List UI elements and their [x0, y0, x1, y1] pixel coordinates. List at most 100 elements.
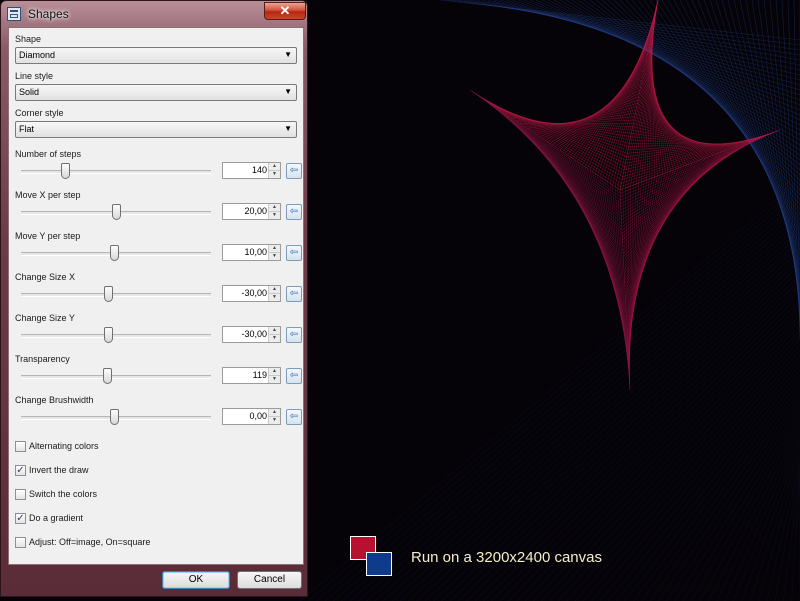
pattern-line	[599, 359, 800, 601]
spin-buttons[interactable]: ▲ ▼	[268, 368, 280, 383]
checkbox[interactable]	[15, 441, 26, 452]
pattern-line	[469, 89, 621, 191]
spin-up-icon[interactable]: ▲	[269, 368, 280, 376]
slider-thumb[interactable]	[110, 245, 120, 261]
arrow-left-icon[interactable]: ⇦	[286, 368, 302, 384]
slider-thumb[interactable]	[112, 204, 121, 220]
pattern-line	[674, 404, 800, 601]
spin-buttons[interactable]: ▲ ▼	[268, 163, 280, 178]
input-value: -30,00	[241, 288, 267, 298]
slider-track[interactable]	[21, 286, 211, 302]
slider-label: Move X per step	[15, 190, 81, 200]
dialog-content: Shape Diamond ▼ Line style Solid ▼ Corne…	[8, 27, 304, 565]
spin-up-icon[interactable]: ▲	[269, 409, 280, 417]
slider-track[interactable]	[21, 409, 211, 425]
input-value: 119	[252, 370, 267, 380]
slider-thumb[interactable]	[60, 163, 70, 179]
shape-value: Diamond	[19, 50, 56, 60]
spin-down-icon[interactable]: ▼	[269, 253, 280, 260]
spin-down-icon[interactable]: ▼	[269, 212, 280, 219]
arrow-left-icon[interactable]: ⇦	[286, 204, 302, 220]
slider-track[interactable]	[21, 204, 211, 220]
slider-track[interactable]	[21, 245, 211, 261]
spin-down-icon[interactable]: ▼	[269, 376, 280, 383]
shapes-app-icon	[7, 7, 21, 21]
number-of-steps-input[interactable]: 140 ▲ ▼	[222, 162, 281, 179]
cancel-button[interactable]: Cancel	[237, 571, 302, 589]
pattern-line	[741, 444, 800, 601]
spin-down-icon[interactable]: ▼	[269, 171, 280, 178]
chevron-down-icon: ▼	[284, 50, 292, 59]
slider-thumb[interactable]	[104, 327, 114, 343]
input-value: 140	[251, 165, 267, 175]
slider-thumb[interactable]	[110, 409, 120, 425]
pattern-line	[766, 459, 800, 601]
change-size-y-input[interactable]: -30,00 ▲ ▼	[222, 326, 281, 343]
spin-down-icon[interactable]: ▼	[269, 294, 280, 301]
ok-button[interactable]: OK	[162, 571, 230, 589]
line-style-select[interactable]: Solid ▼	[15, 84, 297, 101]
blue-line-pattern	[299, 0, 800, 601]
secondary-color-swatch	[366, 552, 392, 576]
spin-buttons[interactable]: ▲ ▼	[268, 286, 280, 301]
spin-up-icon[interactable]: ▲	[269, 245, 280, 253]
title-bar[interactable]: Shapes ✕	[1, 1, 307, 27]
slider-change-size-y: Change Size Y -30,00 ▲ ▼ ⇦	[15, 312, 302, 352]
arrow-left-icon[interactable]: ⇦	[286, 409, 302, 425]
pattern-line	[608, 364, 800, 601]
slider-track[interactable]	[21, 327, 211, 343]
pattern-line	[408, 244, 800, 601]
arrow-left-icon[interactable]: ⇦	[286, 286, 302, 302]
corner-style-value: Flat	[19, 124, 35, 134]
slider-move-y: Move Y per step 10,00 ▲ ▼ ⇦	[15, 230, 302, 270]
slider-track[interactable]	[21, 163, 211, 179]
move-y-input[interactable]: 10,00 ▲ ▼	[222, 244, 281, 261]
spin-up-icon[interactable]: ▲	[269, 327, 280, 335]
slider-track[interactable]	[21, 368, 211, 384]
spin-buttons[interactable]: ▲ ▼	[268, 204, 280, 219]
pattern-line	[366, 219, 800, 601]
pattern-line	[391, 234, 800, 601]
checkbox[interactable]: ✓	[15, 465, 26, 476]
transparency-input[interactable]: 119 ▲ ▼	[222, 367, 281, 384]
spin-down-icon[interactable]: ▼	[269, 335, 280, 342]
input-value: 20,00	[244, 206, 267, 216]
checkbox[interactable]	[15, 489, 26, 500]
slider-thumb[interactable]	[104, 286, 114, 302]
canvas-caption: Run on a 3200x2400 canvas	[411, 549, 602, 566]
checkbox[interactable]	[15, 537, 26, 548]
spin-down-icon[interactable]: ▼	[269, 417, 280, 424]
shapes-dialog: Shapes ✕ Shape Diamond ▼ Line style Soli…	[0, 0, 308, 597]
input-value: -30,00	[241, 329, 267, 339]
corner-style-label: Corner style	[15, 108, 64, 118]
pattern-line	[374, 224, 800, 601]
slider-thumb[interactable]	[102, 368, 112, 384]
move-x-input[interactable]: 20,00 ▲ ▼	[222, 203, 281, 220]
pattern-line	[472, 91, 621, 194]
slider-label: Number of steps	[15, 149, 82, 159]
change-brushwidth-input[interactable]: 0,00 ▲ ▼	[222, 408, 281, 425]
slider-move-x: Move X per step 20,00 ▲ ▼ ⇦	[15, 189, 302, 229]
checkbox-label: Adjust: Off=image, On=square	[29, 537, 151, 547]
spin-buttons[interactable]: ▲ ▼	[268, 327, 280, 342]
arrow-left-icon[interactable]: ⇦	[286, 163, 302, 179]
line-style-value: Solid	[19, 87, 40, 97]
pattern-line	[708, 424, 800, 601]
spin-up-icon[interactable]: ▲	[269, 286, 280, 294]
shape-select[interactable]: Diamond ▼	[15, 47, 297, 64]
checkbox[interactable]: ✓	[15, 513, 26, 524]
close-button[interactable]: ✕	[264, 2, 306, 20]
arrow-left-icon[interactable]: ⇦	[286, 245, 302, 261]
arrow-left-icon[interactable]: ⇦	[286, 327, 302, 343]
pattern-line	[724, 434, 800, 601]
pattern-line	[341, 204, 800, 601]
spin-buttons[interactable]: ▲ ▼	[268, 245, 280, 260]
change-size-x-input[interactable]: -30,00 ▲ ▼	[222, 285, 281, 302]
chevron-down-icon: ▼	[284, 124, 292, 133]
slider-label: Move Y per step	[15, 231, 81, 241]
pattern-line	[477, 94, 621, 201]
corner-style-select[interactable]: Flat ▼	[15, 121, 297, 138]
spin-up-icon[interactable]: ▲	[269, 163, 280, 171]
spin-buttons[interactable]: ▲ ▼	[268, 409, 280, 424]
spin-up-icon[interactable]: ▲	[269, 204, 280, 212]
